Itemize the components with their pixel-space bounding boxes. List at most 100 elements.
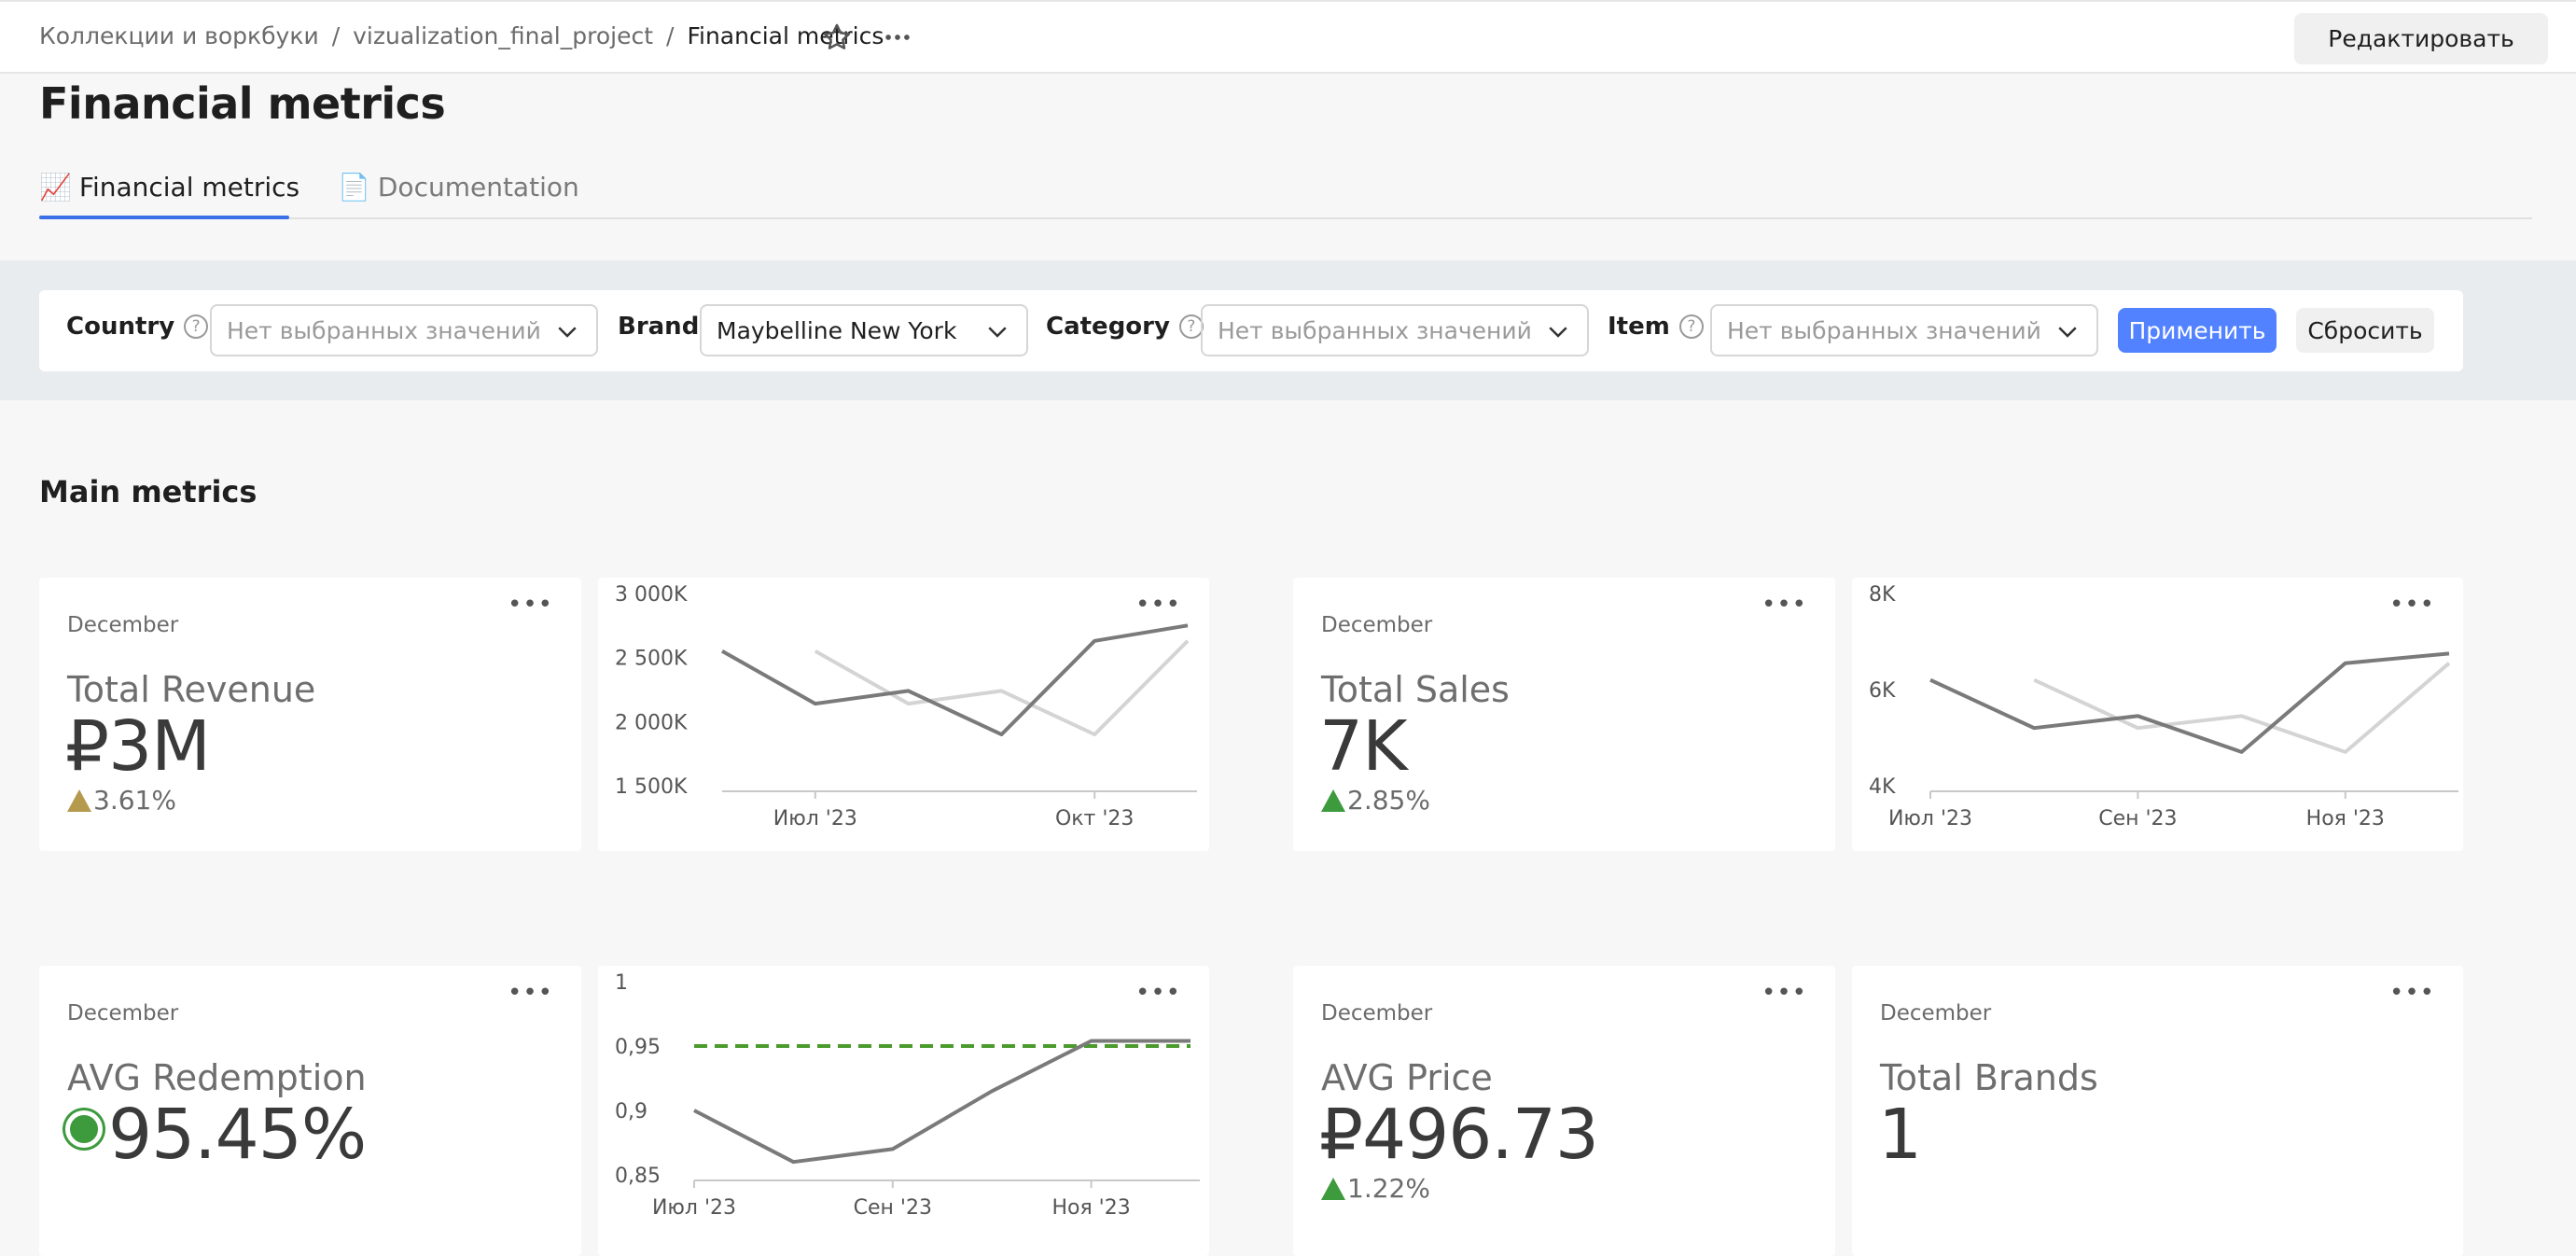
redemption-line-chart: 0,85 0,9 0,95 1 Июл '23 Сен '23 Ноя '23 <box>615 971 1200 1220</box>
kpi-value: ₽3M <box>65 706 211 787</box>
category-filter-label: Category ? <box>1046 313 1204 341</box>
chart-up-icon: 📈 <box>39 171 72 202</box>
kpi-title: Total Revenue <box>67 669 316 710</box>
more-options-icon[interactable]: ••• <box>1761 981 1807 1005</box>
brand-filter-label: Brand <box>618 313 699 341</box>
breadcrumb-separator: / <box>331 22 341 49</box>
item-label-text: Item <box>1608 313 1670 341</box>
y-tick-label: 8K <box>1869 583 1896 607</box>
sales-line-chart: 4K 6K 8K Июл '23 Сен '23 Ноя '23 <box>1869 583 2458 830</box>
kpi-delta: 1.22% <box>1321 1173 1430 1204</box>
country-filter-label: Country ? <box>66 313 209 341</box>
y-tick-label: 3 000K <box>615 583 688 607</box>
chevron-down-icon <box>988 327 1007 338</box>
x-tick-label: Сен '23 <box>854 1196 932 1220</box>
breadcrumb: Коллекции и воркбуки / vizualization_fin… <box>39 22 884 49</box>
country-select-placeholder: Нет выбранных значений <box>227 316 541 344</box>
triangle-up-icon <box>67 788 91 812</box>
series-line <box>2033 662 2451 754</box>
y-tick-label: 1 500K <box>615 775 688 799</box>
reset-button[interactable]: Сбросить <box>2296 308 2434 353</box>
star-icon[interactable] <box>818 19 856 56</box>
series-line <box>1929 651 2450 754</box>
series-line <box>693 1039 1191 1165</box>
tab-documentation[interactable]: 📄 Documentation <box>338 163 579 210</box>
triangle-up-icon <box>1321 788 1345 812</box>
filter-panel: Country ? Нет выбранных значений Brand M… <box>39 290 2463 371</box>
kpi-delta-value: 2.85% <box>1347 785 1430 816</box>
brand-select-value: Maybelline New York <box>717 316 957 344</box>
breadcrumb-item-collections[interactable]: Коллекции и воркбуки <box>39 22 319 49</box>
y-tick-label: 4K <box>1869 775 1896 799</box>
top-bar: Коллекции и воркбуки / vizualization_fin… <box>0 0 2576 74</box>
tab-label: Financial metrics <box>78 171 300 202</box>
kpi-value: ₽496.73 <box>1319 1095 1599 1175</box>
x-tick-label: Июл '23 <box>773 807 857 830</box>
kpi-month: December <box>67 1001 179 1026</box>
item-select[interactable]: Нет выбранных значений <box>1710 304 2098 356</box>
series-line <box>814 639 1190 737</box>
kpi-month: December <box>1321 613 1433 637</box>
document-icon: 📄 <box>338 171 370 202</box>
kpi-card-avg-redemption: ••• December AVG Redemption 95.45% <box>39 966 581 1256</box>
kpi-delta-value: 1.22% <box>1347 1173 1430 1204</box>
series-line <box>721 623 1189 737</box>
chart-card-sales: 4K 6K 8K Июл '23 Сен '23 Ноя '23 ••• <box>1852 578 2463 851</box>
tab-label: Documentation <box>377 171 579 202</box>
kpi-title: Total Sales <box>1321 669 1510 710</box>
active-tab-indicator <box>39 216 289 219</box>
item-select-placeholder: Нет выбранных значений <box>1727 316 2041 344</box>
tab-bar: 📈 Financial metrics 📄 Documentation <box>39 154 2532 219</box>
help-icon[interactable]: ? <box>1678 314 1704 339</box>
more-options-icon[interactable]: ••• <box>1761 593 1807 617</box>
more-options-icon[interactable] <box>879 19 916 56</box>
kpi-card-total-sales: ••• December Total Sales 7K 2.85% <box>1293 578 1835 851</box>
chevron-down-icon <box>1549 327 1567 338</box>
category-select[interactable]: Нет выбранных значений <box>1201 304 1589 356</box>
kpi-title: AVG Redemption <box>67 1057 367 1098</box>
kpi-card-avg-price: ••• December AVG Price ₽496.73 1.22% <box>1293 966 1835 1256</box>
more-options-icon[interactable]: ••• <box>508 981 553 1005</box>
country-select[interactable]: Нет выбранных значений <box>210 304 598 356</box>
brand-label-text: Brand <box>618 313 700 341</box>
more-options-icon[interactable]: ••• <box>1135 593 1181 617</box>
more-options-icon[interactable]: ••• <box>2389 593 2435 617</box>
kpi-card-total-revenue: ••• December Total Revenue ₽3M 3.61% <box>39 578 581 851</box>
help-icon[interactable]: ? <box>184 314 209 339</box>
x-tick-label: Окт '23 <box>1055 807 1134 830</box>
kpi-value: 95.45% <box>108 1095 367 1175</box>
breadcrumb-item-workbook[interactable]: vizualization_final_project <box>353 22 653 49</box>
y-tick-label: 2 000K <box>615 711 688 734</box>
tab-financial-metrics[interactable]: 📈 Financial metrics <box>39 163 299 210</box>
status-dot-icon <box>65 1110 103 1148</box>
brand-select[interactable]: Maybelline New York <box>700 304 1028 356</box>
kpi-month: December <box>1321 1001 1433 1026</box>
x-tick-label: Ноя '23 <box>2306 807 2385 830</box>
page-title: Financial metrics <box>39 78 446 129</box>
chart-card-revenue: 1 500K 2 000K 2 500K 3 000K Июл '23 Окт '23 •… <box>598 578 1209 851</box>
category-label-text: Category <box>1046 313 1170 341</box>
category-select-placeholder: Нет выбранных значений <box>1218 316 1532 344</box>
more-options-icon[interactable]: ••• <box>1135 981 1181 1005</box>
more-options-icon[interactable]: ••• <box>2389 981 2435 1005</box>
revenue-line-chart: 1 500K 2 000K 2 500K 3 000K Июл '23 Окт '23 <box>615 583 1197 830</box>
kpi-card-total-brands: ••• December Total Brands 1 <box>1852 966 2463 1256</box>
kpi-title: Total Brands <box>1880 1057 2098 1098</box>
apply-button[interactable]: Применить <box>2118 308 2277 353</box>
kpi-month: December <box>1880 1001 1992 1026</box>
chart-card-redemption: 0,85 0,9 0,95 1 Июл '23 Сен '23 Ноя '23 ••• <box>598 966 1209 1256</box>
more-options-icon[interactable]: ••• <box>508 593 553 617</box>
kpi-delta: 3.61% <box>67 785 176 816</box>
kpi-value: 1 <box>1878 1095 1922 1175</box>
x-tick-label: Сен '23 <box>2098 807 2177 830</box>
breadcrumb-separator: / <box>666 22 675 49</box>
y-tick-label: 6K <box>1869 679 1896 703</box>
y-tick-label: 0,85 <box>615 1165 661 1188</box>
y-tick-label: 2 500K <box>615 648 688 671</box>
y-tick-label: 0,95 <box>615 1036 661 1059</box>
y-tick-label: 1 <box>615 971 628 995</box>
country-label-text: Country <box>66 313 175 341</box>
edit-button[interactable]: Редактировать <box>2294 13 2548 64</box>
kpi-title: AVG Price <box>1321 1057 1493 1098</box>
kpi-value-row: 95.45% <box>65 1095 367 1175</box>
